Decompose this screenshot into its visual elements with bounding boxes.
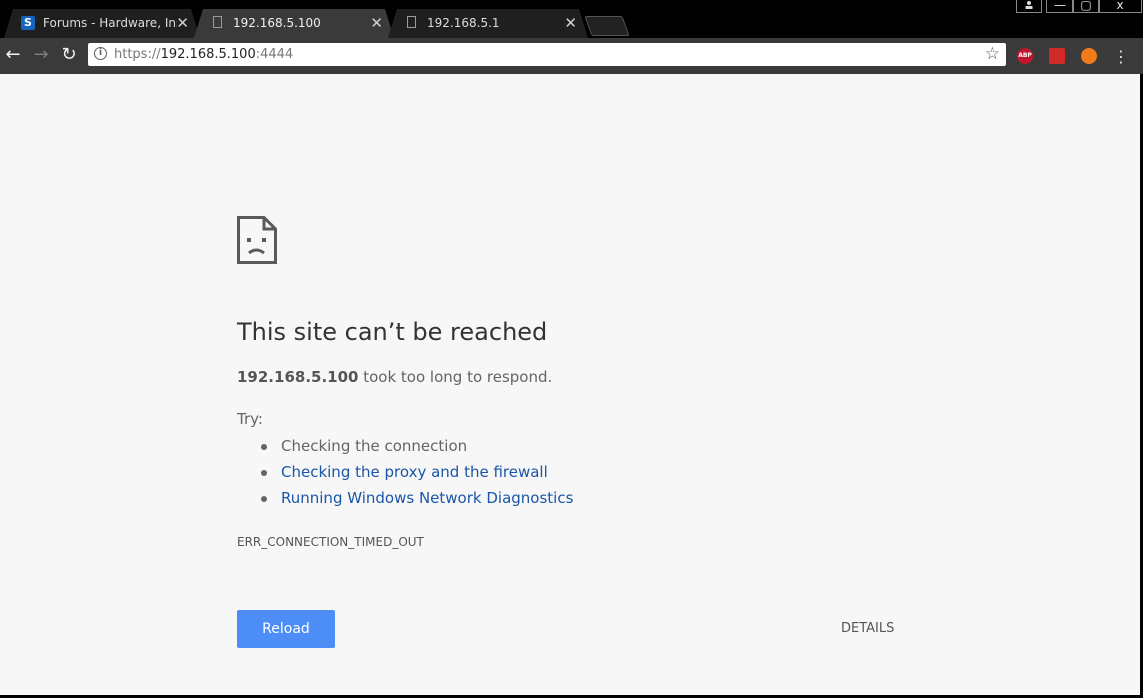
more-vert-icon: ⋮ [1113, 47, 1129, 66]
tab-title: 192.168.5.1 [427, 16, 500, 30]
error-headline: This site can’t be reached [237, 318, 548, 346]
info-icon[interactable]: i [94, 47, 107, 60]
reload-icon: ↻ [61, 44, 77, 65]
chrome-menu-button[interactable]: ⋮ [1113, 48, 1129, 66]
page-icon [407, 16, 416, 28]
forward-arrow-icon: → [33, 44, 49, 65]
tab-strip: S Forums - Hardware, Insta ✕ 192.168.5.1… [0, 0, 1143, 38]
sad-page-icon [237, 216, 277, 264]
url-scheme: https:// [114, 47, 161, 62]
person-icon [1025, 1, 1033, 9]
back-arrow-icon: ← [5, 44, 21, 65]
tab-title: Forums - Hardware, Insta [43, 16, 176, 30]
reload-page-button[interactable]: ↻ [57, 43, 81, 67]
maximize-button[interactable]: ▢ [1072, 0, 1100, 13]
reload-button[interactable]: Reload [237, 610, 335, 648]
profile-button[interactable] [1016, 0, 1042, 13]
forward-button[interactable]: → [29, 43, 53, 67]
minimize-icon: — [1054, 0, 1066, 12]
close-tab-icon[interactable]: ✕ [176, 14, 189, 32]
error-summary-text: took too long to respond. [358, 368, 553, 386]
maximize-icon: ▢ [1080, 0, 1092, 12]
page-icon [213, 16, 222, 28]
suggestion-check-proxy-firewall-link[interactable]: Checking the proxy and the firewall [260, 459, 573, 485]
close-tab-icon[interactable]: ✕ [370, 14, 383, 32]
back-button[interactable]: ← [1, 43, 25, 67]
details-button[interactable]: DETAILS [841, 621, 894, 637]
suggestion-check-connection: Checking the connection [260, 433, 573, 459]
suggestions-list: Checking the connection Checking the pro… [237, 433, 573, 511]
error-code: ERR_CONNECTION_TIMED_OUT [237, 535, 424, 549]
url-port: :4444 [255, 47, 294, 62]
close-window-button[interactable]: x [1098, 0, 1142, 13]
red-extension-icon[interactable] [1049, 48, 1065, 64]
fire-extension-icon[interactable] [1081, 48, 1097, 64]
minimize-button[interactable]: — [1046, 0, 1074, 13]
url-text[interactable]: https://192.168.5.100:4444 [114, 46, 293, 63]
tab-192-168-5-1[interactable]: 192.168.5.1 ✕ [388, 9, 588, 38]
tab-title: 192.168.5.100 [233, 16, 321, 30]
url-host: 192.168.5.100 [160, 47, 256, 62]
suggestion-network-diagnostics-link[interactable]: Running Windows Network Diagnostics [260, 485, 573, 511]
new-tab-button[interactable] [584, 16, 630, 36]
bookmark-star-icon[interactable]: ☆ [985, 44, 1000, 64]
site-favicon-icon: S [21, 16, 35, 30]
close-icon: x [1116, 0, 1124, 12]
browser-toolbar: ← → ↻ i https://192.168.5.100:4444 ☆ ABP… [0, 38, 1143, 74]
tab-forums[interactable]: S Forums - Hardware, Insta ✕ [4, 9, 200, 38]
error-summary: 192.168.5.100 took too long to respond. [237, 367, 552, 387]
close-tab-icon[interactable]: ✕ [564, 14, 577, 32]
error-page: This site can’t be reached 192.168.5.100… [0, 74, 1140, 695]
error-host: 192.168.5.100 [237, 368, 359, 386]
address-bar[interactable]: i https://192.168.5.100:4444 ☆ [88, 43, 1006, 66]
adblock-plus-icon[interactable]: ABP [1017, 48, 1033, 64]
tab-192-168-5-100[interactable]: 192.168.5.100 ✕ [194, 9, 394, 38]
try-label: Try: [237, 410, 263, 428]
